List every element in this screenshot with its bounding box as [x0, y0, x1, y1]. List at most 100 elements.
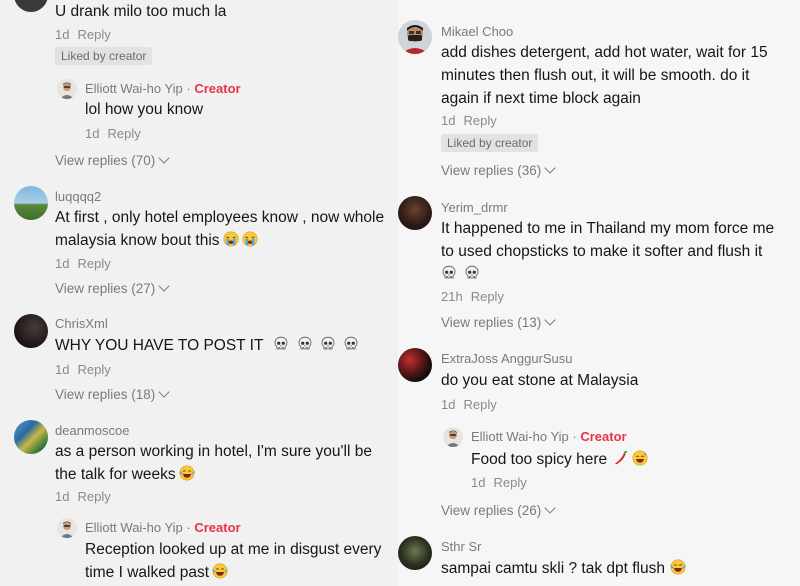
comment-meta: 1d Reply: [55, 362, 111, 377]
loudly-crying-emoji: [223, 231, 239, 247]
avatar[interactable]: [398, 20, 432, 54]
comment-text: It happened to me in Thailand my mom for…: [441, 217, 791, 286]
skull-emoji: [297, 336, 313, 352]
reply-button[interactable]: Reply: [107, 126, 140, 141]
avatar[interactable]: [14, 0, 48, 12]
avatar[interactable]: [57, 79, 77, 99]
reply-time: 1d: [85, 126, 100, 141]
comment-text-body: sampai camtu skli ? tak dpt flush: [441, 560, 665, 577]
reply-text: Reception looked up at me in disgust eve…: [85, 538, 390, 584]
reply-button[interactable]: Reply: [493, 475, 526, 490]
reply-username: Elliott Wai-ho Yip · Creator: [85, 81, 241, 96]
view-replies-button[interactable]: View replies (27): [55, 280, 170, 296]
chevron-down-icon: [158, 386, 170, 398]
comment-meta: 1d Reply: [55, 489, 111, 504]
comment-time: 1d: [441, 397, 456, 412]
reply-button[interactable]: Reply: [463, 113, 496, 128]
comment-text: add dishes detergent, add hot water, wai…: [441, 44, 768, 107]
reply-text-body: Reception looked up at me in disgust eve…: [85, 541, 382, 581]
reply-button[interactable]: Reply: [471, 289, 504, 304]
comment-text-body: It happened to me in Thailand my mom for…: [441, 220, 775, 260]
reply-button[interactable]: Reply: [77, 489, 110, 504]
username[interactable]: Elliott Wai-ho Yip: [85, 520, 183, 535]
comment-text-body: as a person working in hotel, I'm sure y…: [55, 443, 372, 483]
liked-by-creator-badge: Liked by creator: [55, 47, 153, 65]
chevron-down-icon: [544, 314, 556, 326]
view-replies-button[interactable]: View replies (70): [55, 152, 170, 168]
chevron-down-icon: [158, 280, 170, 292]
avatar[interactable]: [443, 427, 463, 447]
separator: ·: [182, 520, 195, 535]
comment-time: 1d: [55, 362, 70, 377]
creator-badge: Creator: [194, 520, 241, 535]
view-replies-label: View replies (18): [55, 387, 156, 402]
avatar[interactable]: [14, 186, 48, 220]
reply-button[interactable]: Reply: [463, 397, 496, 412]
right-comment-column: Mikael Choo add dishes detergent, add ho…: [398, 0, 800, 586]
comment-time: 1d: [55, 27, 70, 42]
view-replies-button[interactable]: View replies (26): [441, 502, 556, 518]
avatar[interactable]: [398, 536, 432, 570]
skull-emoji: [273, 336, 289, 352]
view-replies-label: View replies (70): [55, 153, 156, 168]
skull-emoji: [441, 265, 457, 281]
view-replies-button[interactable]: View replies (36): [441, 162, 556, 178]
comment-username[interactable]: ChrisXml: [55, 316, 108, 331]
comment-text: U drank milo too much la: [55, 3, 227, 20]
comment-text: do you eat stone at Malaysia: [441, 372, 639, 389]
view-replies-label: View replies (27): [55, 281, 156, 296]
view-replies-button[interactable]: View replies (13): [441, 314, 556, 330]
comment-meta: 21h Reply: [441, 289, 504, 304]
separator: ·: [182, 81, 195, 96]
reply-meta: 1d Reply: [471, 475, 527, 490]
view-replies-label: View replies (36): [441, 163, 542, 178]
comment-time: 1d: [55, 256, 70, 271]
skull-emoji: [320, 336, 336, 352]
reply-text-body: Food too spicy here: [471, 451, 608, 468]
chevron-down-icon: [544, 162, 556, 174]
avatar[interactable]: [14, 314, 48, 348]
chili-pepper-emoji: [613, 450, 629, 466]
avatar[interactable]: [57, 518, 77, 538]
comment-username[interactable]: Yerim_drmr: [441, 200, 508, 215]
liked-by-creator-badge: Liked by creator: [441, 134, 539, 152]
avatar[interactable]: [398, 348, 432, 382]
comment-text: At first , only hotel employees know , n…: [55, 206, 395, 252]
comment-meta: 1d Reply: [55, 27, 111, 42]
reply-time: 1d: [471, 475, 486, 490]
comment-username[interactable]: deanmoscoe: [55, 423, 129, 438]
loudly-crying-emoji: [242, 231, 258, 247]
reply-button[interactable]: Reply: [77, 362, 110, 377]
tears-of-joy-emoji: [212, 563, 228, 579]
creator-badge: Creator: [580, 429, 627, 444]
view-replies-button[interactable]: View replies (18): [55, 386, 170, 402]
comment-username[interactable]: Sthr Sr: [441, 539, 481, 554]
chevron-down-icon: [544, 502, 556, 514]
comment-username[interactable]: luqqqq2: [55, 189, 101, 204]
avatar[interactable]: [14, 420, 48, 454]
tears-of-joy-emoji: [179, 465, 195, 481]
username[interactable]: Elliott Wai-ho Yip: [471, 429, 569, 444]
comment-username[interactable]: ExtraJoss AnggurSusu: [441, 351, 573, 366]
separator: ·: [568, 429, 581, 444]
comment-text-body: WHY YOU HAVE TO POST IT: [55, 337, 264, 354]
comment-text: WHY YOU HAVE TO POST IT: [55, 334, 395, 357]
comment-meta: 1d Reply: [441, 113, 497, 128]
comment-text: as a person working in hotel, I'm sure y…: [55, 440, 385, 486]
comment-username[interactable]: Mikael Choo: [441, 24, 513, 39]
avatar[interactable]: [398, 196, 432, 230]
skull-emoji: [464, 265, 480, 281]
skull-emoji: [343, 336, 359, 352]
grinning-sweat-emoji: [632, 450, 648, 466]
reply-button[interactable]: Reply: [77, 256, 110, 271]
creator-badge: Creator: [194, 81, 241, 96]
reply-meta: 1d Reply: [85, 126, 141, 141]
comment-time: 1d: [441, 113, 456, 128]
username[interactable]: Elliott Wai-ho Yip: [85, 81, 183, 96]
comment-time: 1d: [55, 489, 70, 504]
reply-button[interactable]: Reply: [77, 27, 110, 42]
reply-username: Elliott Wai-ho Yip · Creator: [471, 429, 627, 444]
comment-text-body: At first , only hotel employees know , n…: [55, 209, 385, 249]
comment-text: sampai camtu skli ? tak dpt flush: [441, 557, 791, 580]
chevron-down-icon: [158, 152, 170, 164]
